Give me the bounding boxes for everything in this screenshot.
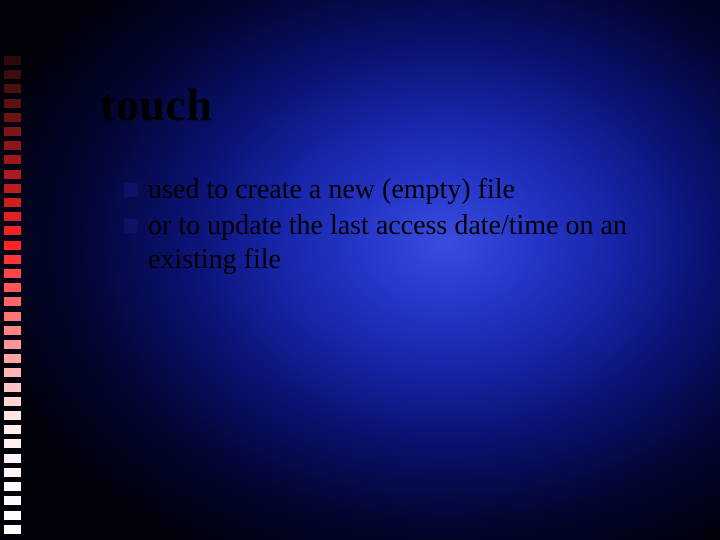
deco-square (4, 113, 21, 122)
deco-square (4, 482, 21, 491)
deco-square (4, 525, 21, 534)
deco-square (4, 439, 21, 448)
bullet-text: used to create a new (empty) file (148, 173, 690, 207)
deco-square (4, 155, 21, 164)
deco-square (4, 468, 21, 477)
deco-square (4, 326, 21, 335)
deco-square (4, 383, 21, 392)
deco-square (4, 170, 21, 179)
bullet-list: used to create a new (empty) file or to … (124, 173, 690, 277)
slide-content: touch used to create a new (empty) file … (100, 78, 690, 279)
square-bullet-icon (124, 219, 138, 233)
deco-square (4, 354, 21, 363)
list-item: used to create a new (empty) file (124, 173, 690, 207)
deco-square (4, 496, 21, 505)
deco-square (4, 269, 21, 278)
sidebar-decoration (4, 56, 21, 534)
slide: touch used to create a new (empty) file … (0, 0, 720, 540)
deco-square (4, 70, 21, 79)
deco-square (4, 99, 21, 108)
deco-square (4, 312, 21, 321)
deco-square (4, 198, 21, 207)
deco-square (4, 84, 21, 93)
deco-square (4, 241, 21, 250)
deco-square (4, 283, 21, 292)
deco-square (4, 226, 21, 235)
deco-square (4, 297, 21, 306)
slide-title: touch (100, 78, 690, 131)
deco-square (4, 212, 21, 221)
deco-square (4, 511, 21, 520)
bullet-text: or to update the last access date/time o… (148, 209, 690, 277)
deco-square (4, 56, 21, 65)
deco-square (4, 127, 21, 136)
deco-square (4, 141, 21, 150)
deco-square (4, 425, 21, 434)
deco-square (4, 454, 21, 463)
deco-square (4, 255, 21, 264)
deco-square (4, 397, 21, 406)
square-bullet-icon (124, 183, 138, 197)
deco-square (4, 368, 21, 377)
deco-square (4, 411, 21, 420)
deco-square (4, 340, 21, 349)
list-item: or to update the last access date/time o… (124, 209, 690, 277)
deco-square (4, 184, 21, 193)
